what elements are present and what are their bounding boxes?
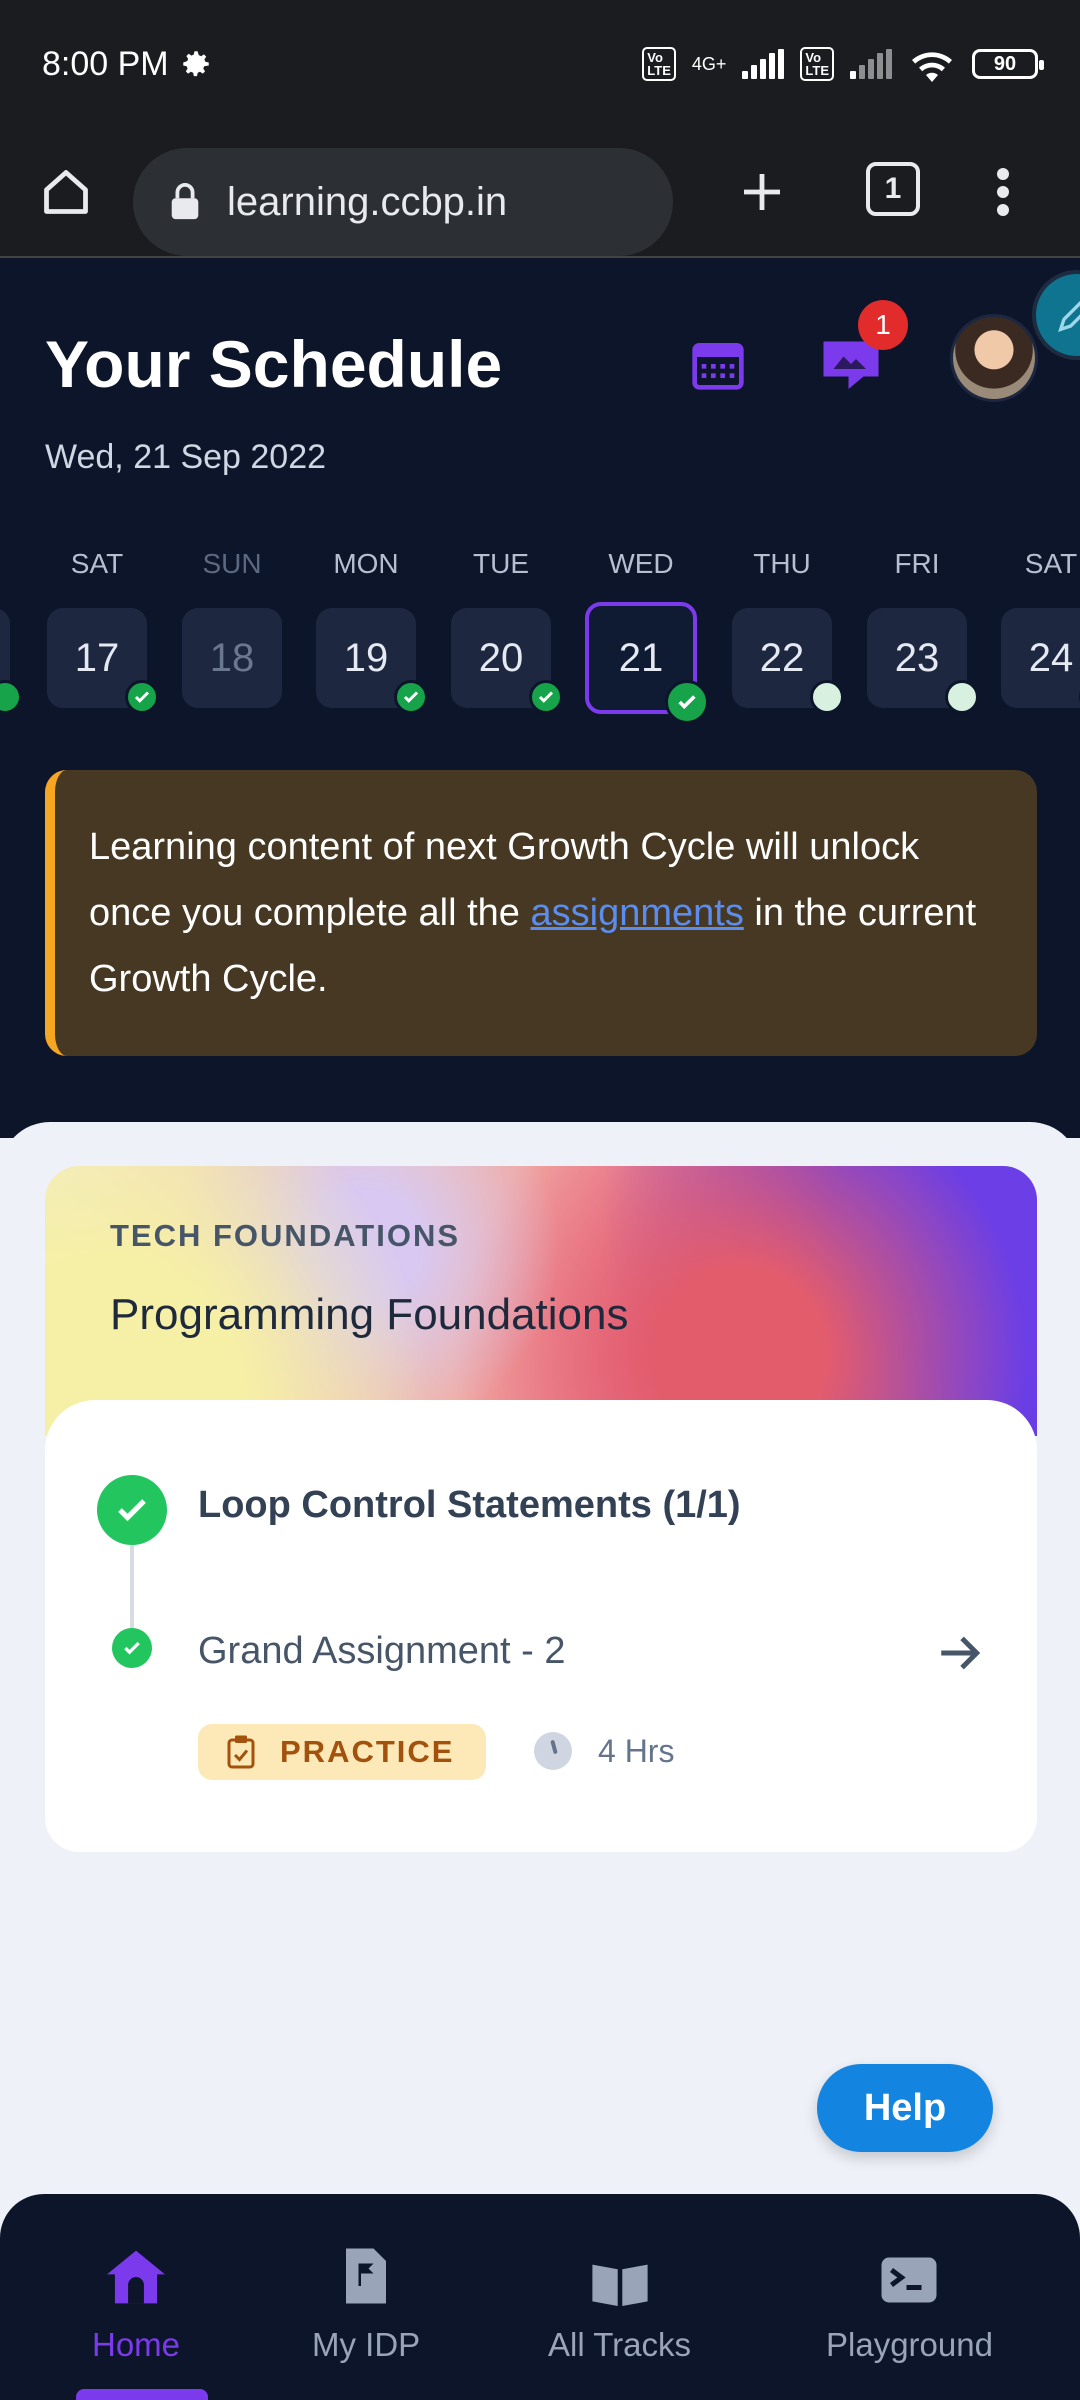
day-20[interactable]: TUE 20 (451, 548, 563, 714)
active-tab-indicator (76, 2389, 208, 2400)
nav-all-tracks[interactable]: All Tracks (548, 2242, 691, 2364)
tab-count: 1 (884, 172, 902, 205)
calendar-button[interactable] (690, 336, 746, 397)
network-type: 4G+ (691, 53, 727, 74)
status-left: 8:00 PM (42, 45, 213, 84)
course-card (45, 1400, 1037, 1852)
notification-badge: 1 (858, 300, 908, 350)
plus-icon (744, 174, 780, 210)
completed-check-icon (665, 680, 709, 724)
nav-home[interactable]: Home (92, 2242, 180, 2364)
home-icon (107, 2250, 166, 2304)
tab-switcher-button[interactable]: 1 (866, 162, 920, 216)
current-date: Wed, 21 Sep 2022 (45, 438, 327, 476)
day-number: 24 (1028, 635, 1074, 680)
completed-check-icon (529, 680, 563, 714)
bottom-navigation: Home My IDP All Tracks Playground (0, 2194, 1080, 2400)
status-right: Vo LTE 4G+ Vo LTE 90 (642, 46, 1044, 82)
signal-icon-2 (850, 49, 892, 79)
duration: 4 Hrs (534, 1732, 674, 1770)
duration-value: 4 Hrs (598, 1732, 675, 1769)
item-complete-icon (112, 1628, 152, 1668)
more-vertical-icon (997, 168, 1009, 216)
day-number: 18 (209, 635, 255, 680)
nav-label: Home (92, 2326, 181, 2363)
edit-button[interactable] (1032, 270, 1080, 360)
day-19[interactable]: MON 19 (316, 548, 428, 714)
url-text: learning.ccbp.in (227, 179, 508, 224)
battery-icon: 90 (972, 49, 1044, 79)
day-16[interactable] (0, 548, 22, 714)
section-complete-icon (97, 1475, 167, 1545)
day-number: 19 (343, 635, 389, 680)
day-18[interactable]: SUN 18 (182, 548, 282, 708)
day-17[interactable]: SAT 17 (47, 548, 159, 714)
nav-label: All Tracks (548, 2326, 692, 2363)
tag-label: PRACTICE (280, 1734, 455, 1769)
schedule-section: Your Schedule Wed, 21 Sep 2022 1 SAT 17 (0, 258, 1080, 1138)
browser-toolbar: learning.ccbp.in 1 (0, 128, 1080, 258)
day-name: FRI (894, 548, 940, 579)
completed-check-icon (125, 680, 159, 714)
pending-progress-icon (945, 680, 979, 714)
practice-tag: PRACTICE (198, 1724, 486, 1780)
assignments-link[interactable]: assignments (531, 892, 744, 934)
completed-check-icon (394, 680, 428, 714)
day-name: SAT (1024, 548, 1078, 579)
day-name: MON (333, 548, 399, 579)
avatar[interactable] (950, 314, 1038, 402)
day-24[interactable]: SAT 24 (1001, 548, 1080, 714)
week-strip: SAT 17 SUN 18 MON 19 TUE 20 WED 21 THU 2… (0, 548, 1080, 724)
clock-icon (534, 1732, 572, 1770)
clipboard-check-icon (227, 1735, 255, 1769)
course-title: Programming Foundations (110, 1290, 629, 1339)
open-book-icon (591, 2264, 648, 2306)
pending-progress-icon (810, 680, 844, 714)
day-name: SUN (202, 548, 262, 579)
day-22[interactable]: THU 22 (732, 548, 844, 714)
terminal-icon (881, 2257, 937, 2303)
nav-my-idp[interactable]: My IDP (312, 2242, 420, 2364)
arrow-right-icon (941, 1636, 981, 1670)
new-tab-button[interactable] (730, 160, 794, 224)
address-bar[interactable]: learning.ccbp.in (133, 148, 673, 256)
day-name: TUE (473, 548, 529, 579)
lock-icon (171, 183, 199, 220)
wifi-icon (912, 52, 952, 82)
nav-label: Playground (826, 2326, 993, 2363)
completed-icon (0, 680, 22, 714)
day-number: 23 (894, 635, 940, 680)
nav-playground[interactable]: Playground (826, 2242, 993, 2364)
home-button[interactable] (36, 150, 96, 234)
day-number: 21 (618, 635, 664, 680)
status-time: 8:00 PM (42, 44, 169, 83)
section-title: Loop Control Statements (1/1) (198, 1484, 741, 1526)
signal-icon (742, 49, 785, 79)
day-name: SAT (70, 548, 124, 579)
volte-icon-2: Vo LTE (800, 47, 834, 81)
page-title: Your Schedule (45, 327, 503, 401)
home-icon (44, 170, 88, 214)
day-name: THU (753, 548, 811, 579)
browser-menu-button[interactable] (986, 158, 1020, 226)
day-name: WED (608, 548, 674, 579)
growth-cycle-notice: Learning content of next Growth Cycle wi… (45, 770, 1037, 1056)
day-number: 22 (759, 635, 805, 680)
help-button[interactable]: Help (817, 2064, 993, 2152)
settings-gear-icon (182, 51, 209, 77)
day-21-selected[interactable]: WED 21 (585, 548, 709, 724)
day-number: 17 (74, 635, 120, 680)
status-bar: 8:00 PM Vo LTE 4G+ Vo LTE 90 (0, 0, 1080, 128)
volte-icon: Vo LTE (642, 47, 676, 81)
battery-level: 90 (993, 52, 1017, 75)
document-flag-icon (346, 2248, 387, 2304)
day-number: 20 (478, 635, 524, 680)
pencil-icon (1058, 300, 1080, 332)
day-23[interactable]: FRI 23 (867, 548, 979, 714)
assignment-title[interactable]: Grand Assignment - 2 (198, 1630, 566, 1673)
calendar-icon (692, 343, 744, 390)
nav-label: My IDP (312, 2326, 421, 2363)
track-label: TECH FOUNDATIONS (110, 1218, 461, 1253)
open-assignment-button[interactable] (935, 1628, 985, 1683)
